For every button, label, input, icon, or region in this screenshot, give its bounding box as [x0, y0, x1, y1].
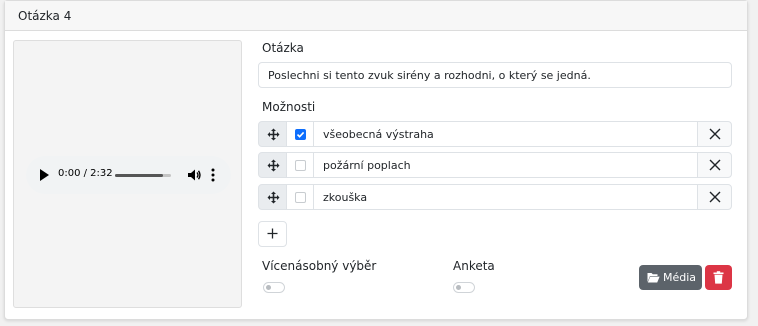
move-icon [267, 128, 280, 141]
remove-option-button[interactable] [697, 121, 732, 147]
more-options-icon[interactable] [210, 167, 216, 183]
options-label: Možnosti [262, 100, 316, 114]
close-icon [709, 128, 721, 140]
audio-seek-fill [115, 174, 163, 177]
media-button-label: Média [663, 271, 697, 284]
audio-player[interactable]: 0:00 / 2:32 [26, 156, 231, 194]
correct-checkbox[interactable] [295, 160, 306, 171]
option-row: zkouška [258, 184, 732, 210]
move-icon [267, 191, 280, 204]
drag-handle[interactable] [258, 152, 287, 178]
trash-icon [713, 271, 724, 284]
media-button[interactable]: Média [639, 265, 702, 290]
drag-handle[interactable] [258, 184, 287, 210]
play-icon[interactable] [40, 169, 49, 181]
option-row: požární poplach [258, 152, 732, 178]
toggle-knob [456, 285, 461, 290]
option-checkbox-cell [286, 152, 314, 178]
multiple-choice-label: Vícenásobný výběr [262, 259, 377, 273]
audio-time: 0:00 / 2:32 [58, 168, 113, 179]
drag-handle[interactable] [258, 121, 287, 147]
question-input[interactable] [258, 62, 732, 88]
survey-label: Anketa [453, 259, 495, 273]
option-row: všeobecná výstraha [258, 121, 732, 147]
option-checkbox-cell [286, 184, 314, 210]
toggle-knob [266, 285, 271, 290]
card-header: Otázka 4 [5, 1, 747, 31]
remove-option-button[interactable] [697, 152, 732, 178]
option-checkbox-cell [286, 121, 314, 147]
option-text-input[interactable]: všeobecná výstraha [313, 121, 698, 147]
survey-toggle[interactable] [453, 282, 475, 293]
move-icon [267, 159, 280, 172]
question-label: Otázka [262, 41, 304, 55]
option-text-input[interactable]: požární poplach [313, 152, 698, 178]
close-icon [709, 191, 721, 203]
card-title: Otázka 4 [18, 9, 72, 23]
folder-open-icon [647, 273, 660, 283]
media-panel: 0:00 / 2:32 [13, 40, 242, 308]
correct-checkbox[interactable] [295, 192, 306, 203]
volume-icon[interactable] [187, 168, 201, 182]
add-option-button[interactable] [258, 221, 287, 247]
audio-seek-bar[interactable] [115, 174, 171, 177]
multiple-choice-toggle[interactable] [263, 282, 285, 293]
delete-question-button[interactable] [705, 265, 732, 290]
correct-checkbox[interactable] [295, 129, 306, 140]
option-text-input[interactable]: zkouška [313, 184, 698, 210]
plus-icon [267, 228, 278, 239]
remove-option-button[interactable] [697, 184, 732, 210]
close-icon [709, 159, 721, 171]
